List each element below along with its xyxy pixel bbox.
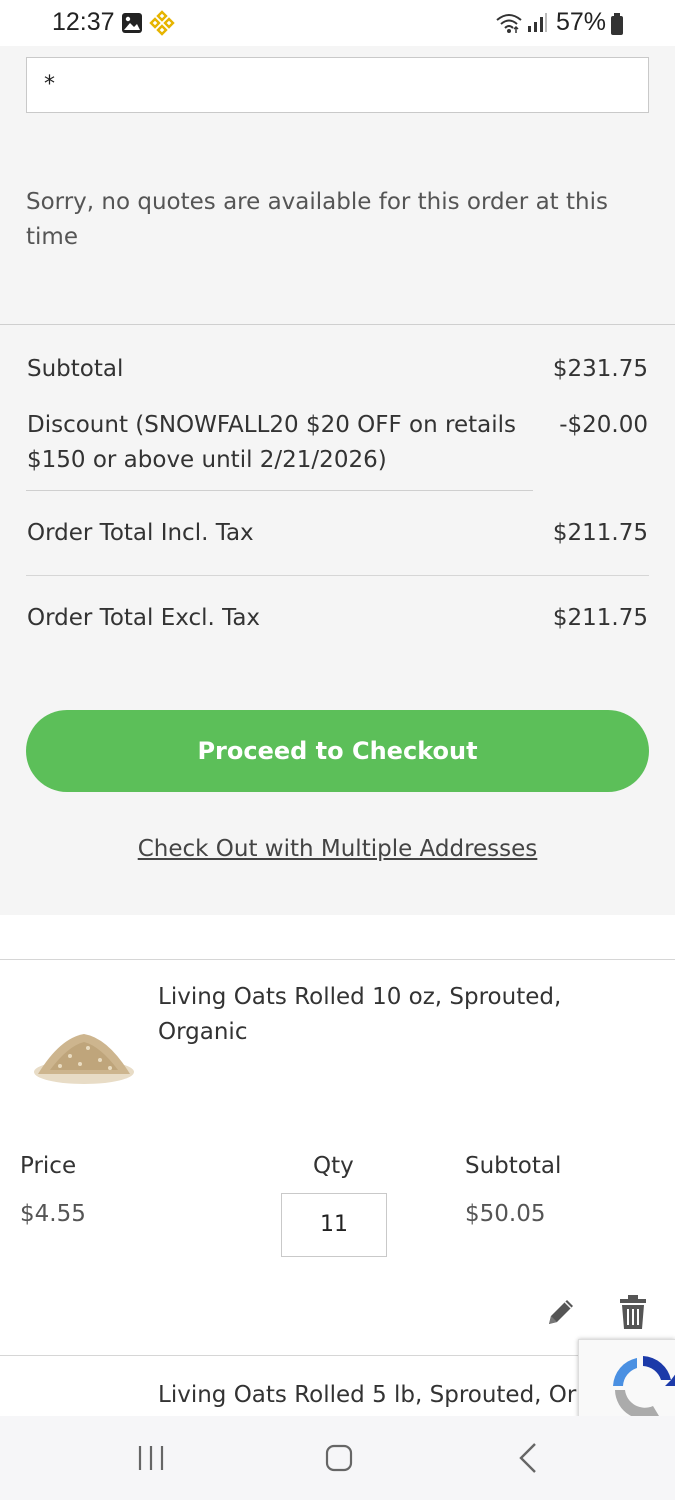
divider bbox=[0, 959, 675, 960]
no-quotes-message: Sorry, no quotes are available for this … bbox=[26, 189, 608, 250]
order-total-incl-label: Order Total Incl. Tax bbox=[27, 520, 254, 546]
proceed-to-checkout-button[interactable]: Proceed to Checkout bbox=[26, 710, 649, 792]
subtotal-value: $231.75 bbox=[552, 356, 648, 382]
order-total-excl-label: Order Total Excl. Tax bbox=[27, 605, 261, 631]
product-name-link[interactable]: Living Oats Rolled 10 oz, Sprouted, Orga… bbox=[158, 980, 638, 1050]
divider bbox=[0, 1355, 675, 1356]
order-summary: * Sorry, no quotes are available for thi… bbox=[0, 46, 675, 915]
subtotal-header: Subtotal bbox=[465, 1153, 562, 1179]
pencil-icon[interactable] bbox=[545, 1296, 577, 1328]
home-icon[interactable] bbox=[325, 1444, 353, 1472]
trash-icon[interactable] bbox=[619, 1295, 647, 1329]
back-icon[interactable] bbox=[517, 1442, 539, 1474]
zip-code-input[interactable]: * bbox=[26, 57, 649, 113]
product-image[interactable] bbox=[30, 1020, 138, 1092]
battery-icon bbox=[611, 13, 623, 35]
divider bbox=[0, 324, 675, 325]
divider bbox=[26, 490, 533, 491]
multiple-addresses-link[interactable]: Check Out with Multiple Addresses bbox=[0, 836, 675, 862]
battery-percentage: 57% bbox=[556, 8, 607, 36]
product-name-link[interactable]: Living Oats Rolled 5 lb, Sprouted, Or bbox=[158, 1378, 618, 1413]
item-subtotal: $50.05 bbox=[465, 1201, 546, 1227]
discount-label: Discount (SNOWFALL20 $20 OFF on retails … bbox=[27, 412, 516, 473]
system-nav-bar bbox=[0, 1416, 675, 1500]
order-total-incl-value: $211.75 bbox=[552, 520, 648, 546]
order-total-excl-value: $211.75 bbox=[552, 605, 648, 631]
price-header: Price bbox=[20, 1153, 77, 1179]
recaptcha-badge[interactable] bbox=[578, 1339, 675, 1419]
status-bar: 12:37 57% bbox=[0, 0, 675, 46]
recent-apps-icon[interactable] bbox=[137, 1444, 165, 1472]
qty-header: Qty bbox=[313, 1153, 354, 1179]
divider bbox=[26, 575, 649, 576]
gallery-notification-icon bbox=[122, 13, 142, 33]
subtotal-label: Subtotal bbox=[27, 356, 124, 382]
wifi-icon bbox=[496, 14, 522, 33]
recaptcha-icon bbox=[613, 1356, 675, 1418]
item-price: $4.55 bbox=[20, 1201, 86, 1227]
binance-notification-icon bbox=[149, 10, 175, 36]
discount-value: -$20.00 bbox=[559, 412, 648, 438]
qty-input[interactable]: 11 bbox=[281, 1193, 387, 1257]
status-time: 12:37 bbox=[52, 8, 115, 36]
signal-icon bbox=[528, 13, 547, 32]
